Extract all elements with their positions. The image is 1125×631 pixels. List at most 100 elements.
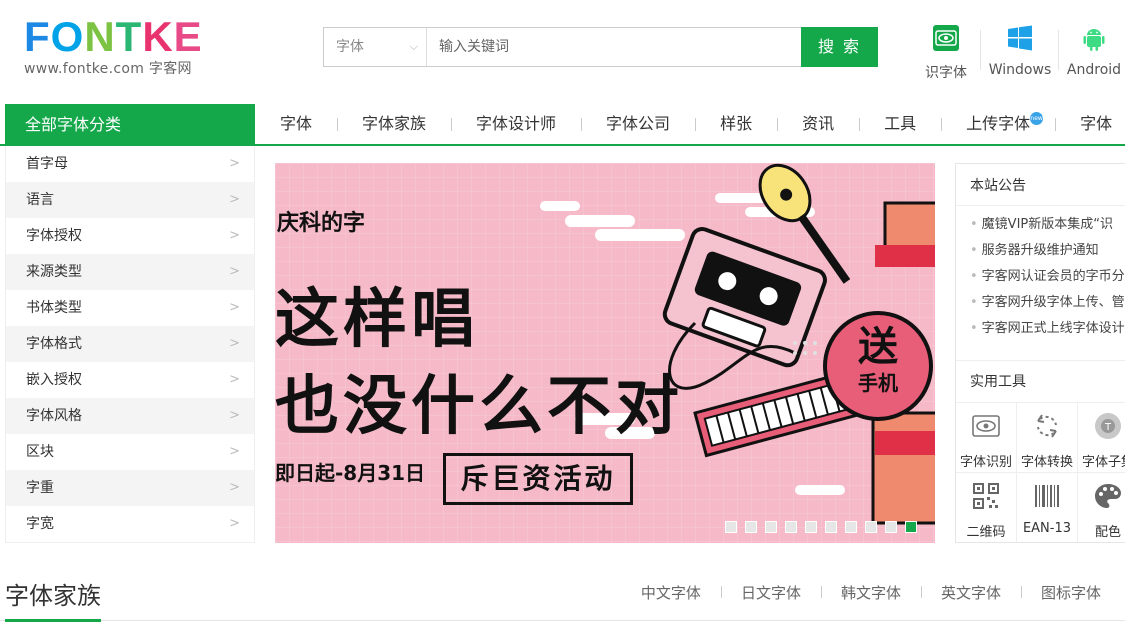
nav-item-more[interactable]: 字体 bbox=[1055, 104, 1125, 144]
sidebar-item-width[interactable]: 字宽 > bbox=[6, 506, 254, 542]
chevron-down-icon: ⌵ bbox=[409, 40, 418, 53]
chevron-right-icon: > bbox=[229, 480, 240, 495]
search-input[interactable] bbox=[427, 28, 802, 66]
tab-english[interactable]: 英文字体 bbox=[920, 582, 1021, 603]
banner-event-label: 斥巨资活动 bbox=[443, 453, 633, 505]
search-type-label: 字体 bbox=[336, 39, 364, 55]
tool-color[interactable]: 配色 bbox=[1078, 472, 1125, 542]
nav-item-font-family[interactable]: 字体家族 bbox=[337, 104, 451, 144]
chevron-right-icon: > bbox=[229, 372, 240, 387]
banner-headline-2: 也没什么不对 bbox=[275, 370, 683, 444]
tool-qrcode[interactable]: 二维码 bbox=[956, 472, 1017, 542]
tool-label: 字体识别 bbox=[959, 455, 1012, 470]
tool-font-identify[interactable]: 字体识别 bbox=[956, 402, 1017, 472]
chevron-right-icon: > bbox=[229, 516, 240, 531]
search-button[interactable]: 搜 索 bbox=[801, 27, 878, 67]
sidebar-item-label: 字体风格 bbox=[26, 408, 82, 424]
chevron-right-icon: > bbox=[229, 408, 240, 423]
search-type-select[interactable]: 字体 ⌵ bbox=[324, 28, 427, 66]
announcement-item[interactable]: 字客网认证会员的字币分 bbox=[970, 264, 1125, 290]
convert-icon bbox=[1037, 414, 1057, 438]
sidebar-item-embed[interactable]: 嵌入授权 > bbox=[6, 362, 254, 398]
identify-font-link[interactable]: 识字体 bbox=[922, 24, 970, 82]
banner-headline-1: 这样唱 bbox=[275, 283, 479, 357]
tool-label: 字体转换 bbox=[1020, 455, 1073, 470]
nav-item-foundries[interactable]: 字体公司 bbox=[581, 104, 695, 144]
announcement-item[interactable]: 服务器升级维护通知 bbox=[970, 238, 1125, 264]
android-download-link[interactable]: Android bbox=[1063, 24, 1125, 78]
nav-item-tools[interactable]: 工具 bbox=[859, 104, 941, 144]
sidebar-item-label: 字体授权 bbox=[26, 228, 82, 244]
site-logo[interactable]: FONTKE www.fontke.com 字客网 bbox=[24, 16, 214, 78]
identify-font-label: 识字体 bbox=[925, 65, 967, 81]
tool-label: 配色 bbox=[1094, 525, 1121, 540]
tab-japanese[interactable]: 日文字体 bbox=[720, 582, 821, 603]
tool-label: 字体子集 bbox=[1081, 455, 1125, 470]
tool-font-subset[interactable]: T 字体子集 bbox=[1078, 402, 1125, 472]
announcements-title: 本站公告 bbox=[956, 164, 1125, 206]
chevron-right-icon: > bbox=[229, 264, 240, 279]
carousel-dot[interactable] bbox=[825, 521, 837, 533]
font-family-section: 字体家族 中文字体 日文字体 韩文字体 英文字体 图标字体 bbox=[0, 568, 1125, 631]
sidebar-item-style[interactable]: 字体风格 > bbox=[6, 398, 254, 434]
main-nav: 全部字体分类 字体 字体家族 字体设计师 字体公司 样张 资讯 工具 上传字体 … bbox=[0, 104, 1125, 146]
announcement-item[interactable]: 字客网正式上线字体设计 bbox=[970, 316, 1125, 342]
right-panel: 本站公告 魔镜VIP新版本集成“识 服务器升级维护通知 字客网认证会员的字币分 … bbox=[955, 163, 1125, 543]
carousel-dots bbox=[725, 521, 917, 533]
announcement-item[interactable]: 字客网升级字体上传、管 bbox=[970, 290, 1125, 316]
tab-korean[interactable]: 韩文字体 bbox=[820, 582, 921, 603]
sidebar-item-license[interactable]: 字体授权 > bbox=[6, 218, 254, 254]
sidebar-item-script[interactable]: 书体类型 > bbox=[6, 290, 254, 326]
sidebar-item-language[interactable]: 语言 > bbox=[6, 182, 254, 218]
carousel-dot[interactable] bbox=[845, 521, 857, 533]
chevron-right-icon: > bbox=[229, 336, 240, 351]
sidebar-item-label: 书体类型 bbox=[26, 300, 82, 316]
palette-icon bbox=[1095, 484, 1121, 508]
nav-item-samples[interactable]: 样张 bbox=[695, 104, 777, 144]
qrcode-icon bbox=[973, 483, 999, 509]
carousel-dot[interactable] bbox=[865, 521, 877, 533]
nav-item-fonts[interactable]: 字体 bbox=[255, 104, 337, 144]
carousel-dot[interactable] bbox=[765, 521, 777, 533]
windows-download-link[interactable]: Windows bbox=[985, 24, 1055, 78]
android-icon bbox=[1083, 29, 1105, 51]
carousel-dot[interactable] bbox=[805, 521, 817, 533]
sidebar-item-format[interactable]: 字体格式 > bbox=[6, 326, 254, 362]
carousel-dot-active[interactable] bbox=[905, 521, 917, 533]
logo-letter: F bbox=[24, 13, 51, 60]
site-header: FONTKE www.fontke.com 字客网 字体 ⌵ 搜 索 识字体 W… bbox=[0, 0, 1125, 104]
family-tabs: 中文字体 日文字体 韩文字体 英文字体 图标字体 bbox=[621, 582, 1121, 603]
tool-font-convert[interactable]: 字体转换 bbox=[1017, 402, 1078, 472]
sidebar-item-block[interactable]: 区块 > bbox=[6, 434, 254, 470]
sidebar-item-label: 嵌入授权 bbox=[26, 372, 82, 388]
chevron-right-icon: > bbox=[229, 300, 240, 315]
nav-item-upload[interactable]: 上传字体 new bbox=[941, 104, 1055, 144]
eye-icon bbox=[972, 415, 1000, 437]
section-title-underline bbox=[5, 619, 101, 622]
tab-chinese[interactable]: 中文字体 bbox=[621, 582, 721, 603]
logo-letter: O bbox=[50, 13, 85, 60]
sidebar-item-source[interactable]: 来源类型 > bbox=[6, 254, 254, 290]
carousel-dot[interactable] bbox=[725, 521, 737, 533]
banner-gift-badge: 送 手机 bbox=[823, 311, 933, 421]
tool-label: EAN-13 bbox=[1022, 521, 1072, 536]
nav-item-upload-label: 上传字体 bbox=[966, 114, 1031, 133]
nav-items: 字体 字体家族 字体设计师 字体公司 样张 资讯 工具 上传字体 new 字体 bbox=[255, 104, 1125, 144]
carousel-dot[interactable] bbox=[885, 521, 897, 533]
svg-text:T: T bbox=[1104, 422, 1112, 433]
nav-item-designers[interactable]: 字体设计师 bbox=[451, 104, 581, 144]
nav-item-news[interactable]: 资讯 bbox=[777, 104, 859, 144]
promo-banner[interactable]: 庆科的字 这样唱 也没什么不对 即日起-8月31日 斥巨资活动 送 手机 bbox=[275, 163, 935, 543]
announcement-item[interactable]: 魔镜VIP新版本集成“识 bbox=[970, 212, 1125, 238]
all-categories-button[interactable]: 全部字体分类 bbox=[5, 104, 255, 146]
sidebar-item-weight[interactable]: 字重 > bbox=[6, 470, 254, 506]
sidebar-item-initial[interactable]: 首字母 > bbox=[6, 146, 254, 182]
carousel-dot[interactable] bbox=[745, 521, 757, 533]
gift-badge-sub: 手机 bbox=[858, 371, 898, 395]
logo-letter: T bbox=[115, 13, 143, 60]
chevron-right-icon: > bbox=[229, 228, 240, 243]
carousel-dot[interactable] bbox=[785, 521, 797, 533]
tab-icon-fonts[interactable]: 图标字体 bbox=[1020, 582, 1121, 603]
tool-barcode[interactable]: EAN-13 bbox=[1017, 472, 1078, 542]
windows-label: Windows bbox=[988, 62, 1052, 78]
